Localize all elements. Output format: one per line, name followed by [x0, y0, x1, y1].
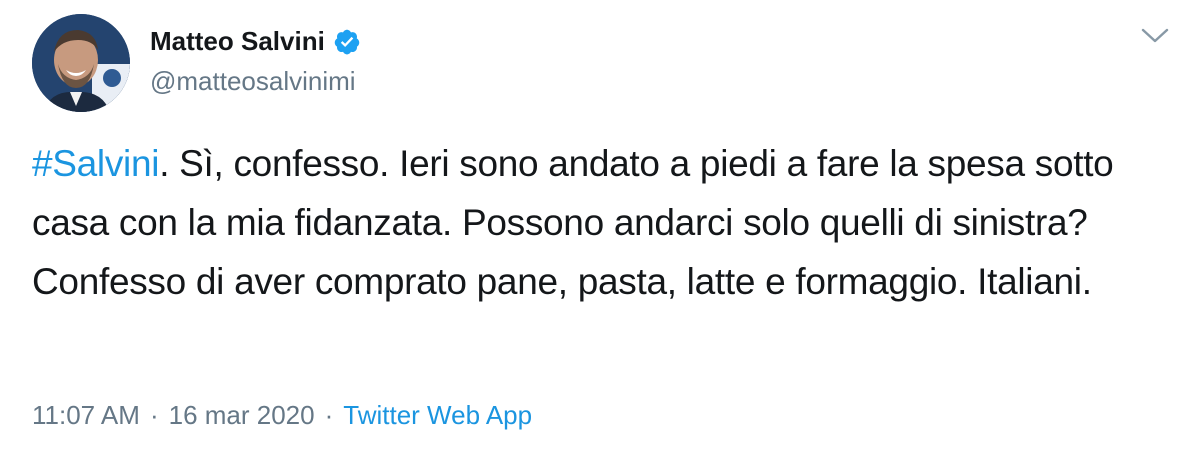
meta-separator: · [149, 400, 159, 430]
tweet-body: . Sì, confesso. Ieri sono andato a piedi… [32, 143, 1114, 302]
tweet-meta: 11:07 AM · 16 mar 2020 · Twitter Web App [32, 400, 532, 431]
meta-separator: · [324, 400, 334, 430]
tweet-source-link[interactable]: Twitter Web App [343, 400, 532, 431]
tweet-date[interactable]: 16 mar 2020 [169, 400, 315, 431]
tweet-time[interactable]: 11:07 AM [32, 400, 140, 431]
author-handle[interactable]: @matteosalvinimi [150, 66, 356, 97]
author-name-row[interactable]: Matteo Salvini [150, 26, 361, 57]
chevron-down-icon[interactable] [1140, 24, 1170, 48]
author-name[interactable]: Matteo Salvini [150, 26, 325, 57]
hashtag-link[interactable]: #Salvini [32, 143, 159, 184]
avatar-image [32, 14, 130, 112]
verified-badge-icon [333, 28, 361, 56]
tweet-text: #Salvini. Sì, confesso. Ieri sono andato… [32, 134, 1162, 311]
avatar[interactable] [32, 14, 130, 112]
tweet-card: Matteo Salvini @matteosalvinimi #Salvini… [0, 0, 1198, 466]
